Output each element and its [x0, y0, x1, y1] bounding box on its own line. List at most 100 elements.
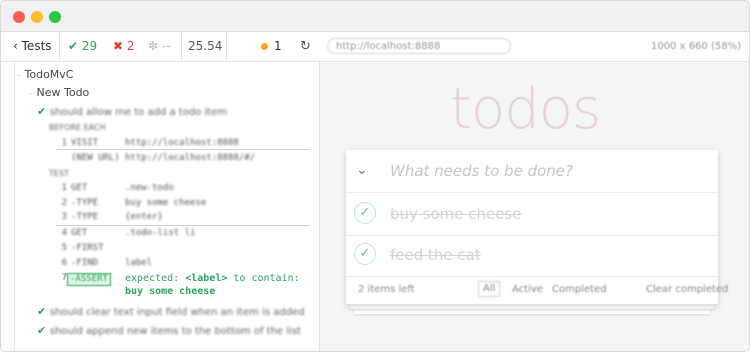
test-title: should append new items to the bottom of…: [49, 326, 301, 337]
filter-all[interactable]: All: [478, 281, 501, 297]
command-name: GET: [71, 228, 88, 238]
command-number: 7: [61, 273, 67, 283]
todo-item[interactable]: ✓ buy some cheese: [346, 193, 718, 236]
close-window-button[interactable]: [13, 11, 25, 23]
filter-completed[interactable]: Completed: [552, 284, 607, 295]
duration: 25.54: [188, 39, 223, 53]
command-name: -FIRST: [71, 243, 104, 253]
new-todo-row: ⌄ What needs to be done?: [346, 150, 718, 193]
clear-completed-button[interactable]: Clear completed: [646, 284, 728, 295]
command-message: .new-todo: [125, 183, 174, 193]
command-number: 6: [61, 258, 67, 268]
pending-count: ✼ --: [148, 32, 171, 61]
check-icon: ✔: [37, 305, 47, 318]
command-name: -TYPE: [71, 212, 99, 222]
todo-check-icon[interactable]: ✓: [354, 202, 376, 224]
divider: [56, 225, 310, 226]
command-message: {enter}: [125, 212, 163, 222]
minimize-window-button[interactable]: [31, 11, 43, 23]
command-number: 2: [61, 198, 67, 208]
filter-active[interactable]: Active: [512, 284, 543, 295]
suite-label: TodoMvC: [24, 68, 74, 81]
subsuite-label: New Todo: [36, 86, 90, 99]
todo-item[interactable]: ✓ feed the cat: [346, 234, 718, 277]
test-title-row[interactable]: ✔ should append new items to the bottom …: [37, 324, 301, 337]
toolbar-divider: [59, 32, 60, 61]
app-title: todos: [450, 77, 601, 142]
command-number: 4: [61, 228, 67, 238]
divider: [56, 149, 310, 150]
command-name: VISIT: [71, 138, 99, 148]
assert-badge: -ASSERT: [67, 273, 111, 286]
card-stack-shadow: [350, 304, 714, 309]
command-number: 1: [61, 138, 67, 148]
check-icon: ✔: [37, 105, 47, 118]
spinner-icon: ✼: [148, 39, 159, 53]
command-name: -TYPE: [71, 198, 99, 208]
expected-prefix: expected:: [125, 273, 180, 284]
running-value: 1: [274, 39, 282, 53]
command-message: .todo-list li: [125, 228, 196, 238]
todo-item-label: feed the cat: [390, 246, 481, 264]
test-section-text: TEST: [49, 169, 69, 178]
expected-value: buy some cheese: [125, 286, 216, 297]
before-each-label: BEFORE EACH: [49, 123, 106, 132]
passed-value: 29: [81, 39, 98, 53]
reload-icon[interactable]: ↻: [300, 32, 311, 61]
collapse-icon: –: [17, 71, 21, 80]
expected-tag: <label>: [185, 273, 228, 284]
test-title: should allow me to add a todo item: [49, 107, 228, 118]
command-number: 1: [61, 183, 67, 193]
test-title-row[interactable]: ✔ should allow me to add a todo item: [37, 105, 227, 118]
command-message: http://localhost:8888: [125, 138, 239, 148]
before-each-text: BEFORE EACH: [49, 123, 106, 132]
check-icon: ✔: [37, 324, 47, 337]
todo-footer: 2 items left All Active Completed Clear …: [346, 276, 728, 304]
todo-card: ⌄ What needs to be done? ✓ buy some chee…: [346, 150, 728, 304]
runner-toolbar: ‹ Tests ✔ 29 ✖ 2 ✼ -- 25.54 1 ↻ http://l…: [1, 32, 749, 62]
toolbar-divider: [181, 32, 182, 61]
url-bar[interactable]: http://localhost:8888: [327, 38, 511, 54]
expected-mid: to contain:: [233, 273, 300, 284]
command-message: buy some cheese: [125, 198, 207, 208]
test-section-label: TEST: [49, 169, 69, 178]
todo-check-icon[interactable]: ✓: [354, 243, 376, 265]
command-name: -FIND: [71, 258, 99, 268]
subsuite-title[interactable]: – New Todo: [29, 86, 89, 99]
collapse-icon: –: [29, 89, 33, 98]
toggle-all-chevron-icon[interactable]: ⌄: [356, 162, 368, 178]
tests-label: Tests: [21, 39, 52, 53]
assert-message: expected: <label> to contain:: [125, 273, 300, 284]
card-stack-shadow: [354, 309, 710, 314]
new-todo-input[interactable]: What needs to be done?: [390, 162, 573, 180]
test-title: should clear text input field when an it…: [49, 307, 305, 318]
todo-item-label: buy some cheese: [390, 205, 522, 223]
command-number: 5: [61, 243, 67, 253]
command-message: label: [125, 258, 153, 268]
suite-title[interactable]: – TodoMvC: [17, 68, 73, 81]
viewport-size: 1000 x 660 (58%): [650, 41, 741, 52]
items-left-count: 2 items left: [358, 284, 415, 295]
command-message: http://localhost:8888/#/: [125, 153, 256, 163]
command-number: 3: [61, 212, 67, 222]
back-chevron-icon: ‹: [13, 39, 18, 53]
app-preview: todos ⌄ What needs to be done? ✓ buy som…: [320, 62, 749, 351]
failed-value: 2: [126, 39, 135, 53]
title-bar: [1, 1, 749, 32]
command-name: (NEW URL): [71, 153, 120, 163]
suite-gutter: [14, 62, 15, 351]
failed-count: ✖ 2: [113, 32, 135, 61]
pending-value: --: [161, 39, 171, 53]
command-log: – TodoMvC – New Todo ✔ should allow me t…: [1, 62, 320, 351]
command-name: GET: [71, 183, 88, 193]
tests-back-button[interactable]: ‹ Tests: [13, 32, 52, 61]
running-indicator: 1: [261, 32, 282, 61]
maximize-window-button[interactable]: [49, 11, 61, 23]
test-title-row[interactable]: ✔ should clear text input field when an …: [37, 305, 305, 318]
toolbar-divider: [226, 32, 227, 61]
assert-command-row[interactable]: 7 -ASSERT expected: <label> to contain:: [1, 273, 319, 286]
browser-window: ‹ Tests ✔ 29 ✖ 2 ✼ -- 25.54 1 ↻ http://l…: [0, 0, 750, 352]
check-icon: ✔: [68, 39, 79, 53]
running-dot-icon: [261, 43, 268, 50]
x-icon: ✖: [113, 39, 124, 53]
